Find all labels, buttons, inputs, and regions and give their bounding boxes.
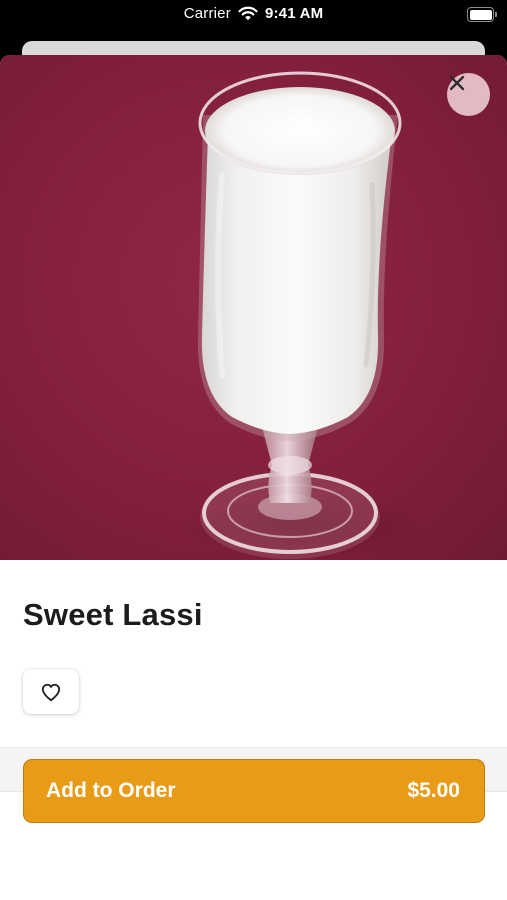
status-bar: Carrier 9:41 AM [0,0,507,32]
close-button[interactable] [447,73,490,116]
close-icon [449,75,465,91]
item-photo [0,55,507,560]
clock: 9:41 AM [264,5,324,22]
add-to-order-label: Add to Order [46,779,176,802]
add-to-order-button[interactable]: Add to Order $5.00 [23,759,485,823]
sweet-lassi-photo [180,71,420,559]
screen: Carrier 9:41 AM Sweet Lassi Add to Order… [0,0,507,900]
favorite-button[interactable] [23,669,79,714]
item-title: Sweet Lassi [23,597,203,632]
heart-outline-icon [41,683,61,701]
item-price: $5.00 [407,779,460,802]
wifi-icon [238,6,258,21]
carrier-label: Carrier [183,5,231,22]
battery-icon [467,7,498,22]
